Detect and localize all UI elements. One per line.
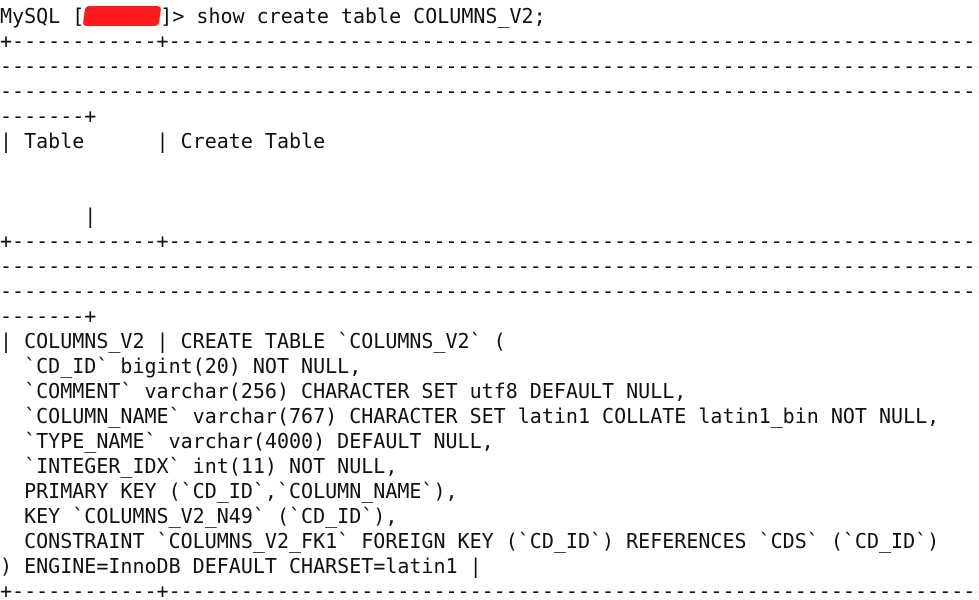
ddl-line: `COMMENT` varchar(256) CHARACTER SET utf… <box>0 379 687 403</box>
table-border-dashes: ----------------------------------------… <box>0 54 979 78</box>
table-border-bottom: +------------+--------------------------… <box>0 579 979 600</box>
redacted-host <box>82 6 162 26</box>
table-header-row-end: | <box>0 204 97 228</box>
table-border-tail: -------+ <box>0 104 97 128</box>
table-row-end-line: ) ENGINE=InnoDB DEFAULT CHARSET=latin1 | <box>0 554 482 578</box>
table-border-dashes: ----------------------------------------… <box>0 279 979 303</box>
ddl-line: `COLUMN_NAME` varchar(767) CHARACTER SET… <box>0 404 940 428</box>
ddl-line: PRIMARY KEY (`CD_ID`,`COLUMN_NAME`), <box>0 479 458 503</box>
ddl-line: `INTEGER_IDX` int(11) NOT NULL, <box>0 454 398 478</box>
table-border-dashes: ----------------------------------------… <box>0 79 979 103</box>
ddl-line: `TYPE_NAME` varchar(4000) DEFAULT NULL, <box>0 429 494 453</box>
table-row-first-line: | COLUMNS_V2 | CREATE TABLE `COLUMNS_V2`… <box>0 329 506 353</box>
table-border-top: +------------+--------------------------… <box>0 29 979 53</box>
table-border-mid: +------------+--------------------------… <box>0 229 979 253</box>
table-header-row: | Table | Create Table <box>0 129 326 153</box>
ddl-line: KEY `COLUMNS_V2_N49` (`CD_ID`), <box>0 504 398 528</box>
ddl-line: `CD_ID` bigint(20) NOT NULL, <box>0 354 362 378</box>
table-border-dashes: ----------------------------------------… <box>0 254 979 278</box>
command-prompt-line: MySQL [ ]> show create table COLUMNS_V2; <box>0 4 546 29</box>
table-border-tail: -------+ <box>0 304 97 328</box>
ddl-line: CONSTRAINT `COLUMNS_V2_FK1` FOREIGN KEY … <box>0 529 940 553</box>
terminal-window: MySQL []> show create table COLUMNS_V2; … <box>0 0 979 600</box>
prompt-suffix: ]> <box>160 4 197 28</box>
command-text: show create table COLUMNS_V2; <box>196 4 546 28</box>
prompt-prefix: MySQL [ <box>0 4 85 28</box>
